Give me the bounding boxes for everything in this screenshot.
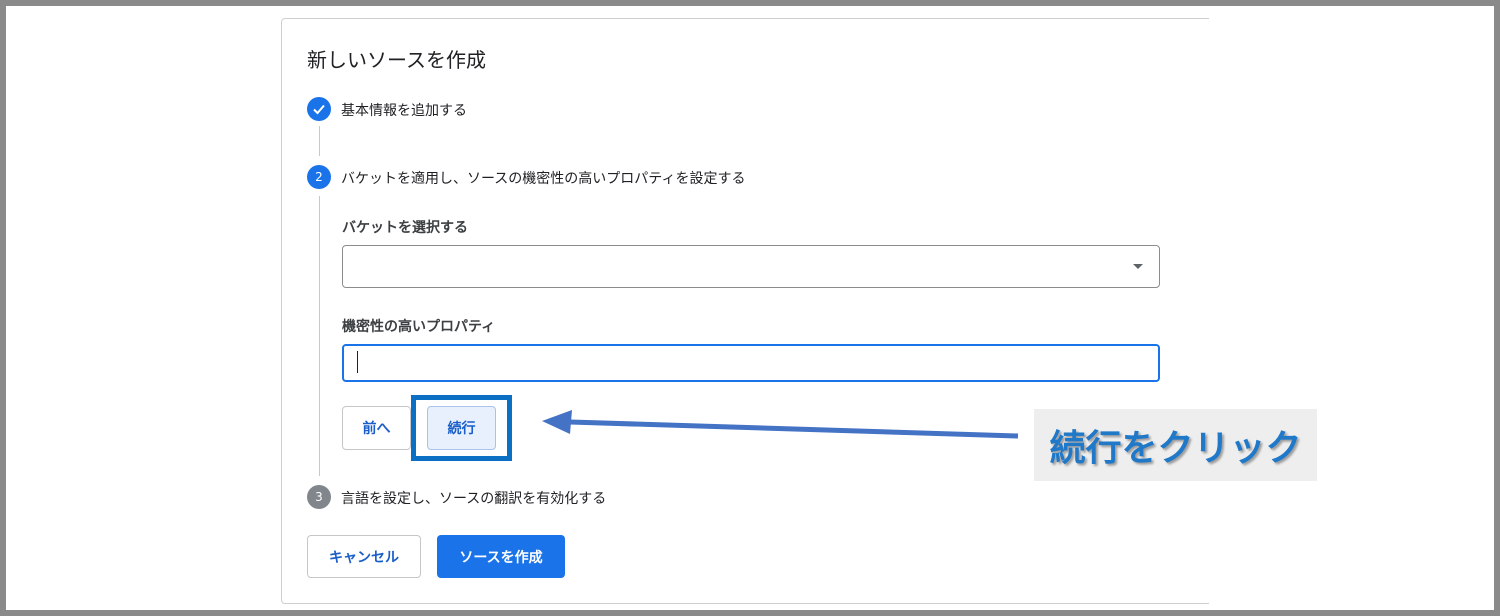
sensitive-properties-input[interactable] (342, 344, 1160, 382)
text-caret (357, 351, 358, 373)
step-2-label: バケットを適用し、ソースの機密性の高いプロパティを設定する (341, 171, 746, 187)
dialog-title: 新しいソースを作成 (307, 48, 486, 72)
annotation-arrow-icon (542, 410, 1019, 439)
continue-button-highlight (411, 395, 512, 461)
card-clip-area (1209, 8, 1494, 610)
bucket-select-label: バケットを選択する (342, 220, 468, 236)
bucket-select[interactable] (342, 245, 1160, 288)
annotation-callout: 続行をクリック (1034, 409, 1317, 481)
step-connector-1 (319, 126, 320, 156)
step-1-check-icon (307, 97, 331, 121)
back-button[interactable]: 前へ (342, 406, 411, 450)
cancel-button[interactable]: キャンセル (307, 535, 421, 578)
step-connector-2 (319, 196, 320, 476)
dropdown-arrow-icon (1133, 264, 1143, 269)
create-source-button[interactable]: ソースを作成 (437, 535, 565, 578)
step-3-number: 3 (307, 485, 331, 509)
check-icon (313, 104, 325, 115)
step-3-label[interactable]: 言語を設定し、ソースの翻訳を有効化する (341, 488, 606, 508)
sensitive-properties-label: 機密性の高いプロパティ (342, 319, 496, 335)
step-1-label[interactable]: 基本情報を追加する (341, 100, 467, 120)
step-2-number: 2 (307, 165, 331, 189)
